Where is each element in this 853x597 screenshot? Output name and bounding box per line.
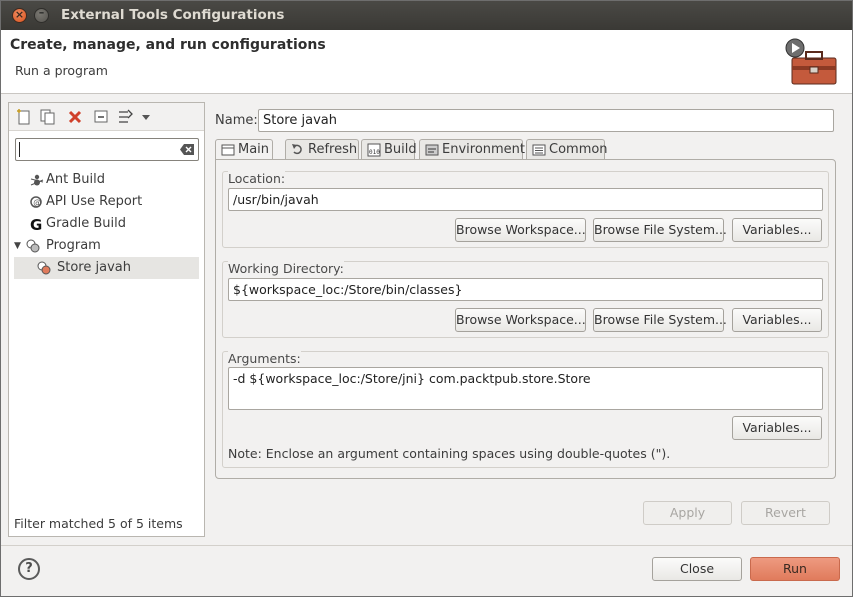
delete-icon[interactable] [66,108,84,126]
working-directory-field[interactable]: ${workspace_loc:/Store/bin/classes} [228,278,823,301]
new-config-icon[interactable] [15,108,33,126]
variables-button[interactable]: Variables... [732,308,822,332]
arguments-note: Note: Enclose an argument containing spa… [228,446,671,461]
help-icon[interactable]: ? [18,558,40,580]
location-group: Location: /usr/bin/javah Browse Workspac… [222,171,829,248]
tree-item-label: Ant Build [46,172,105,187]
filter-input[interactable] [15,138,199,161]
svg-text:010: 010 [369,149,380,156]
working-directory-label: Working Directory: [228,261,344,276]
view-menu-icon[interactable] [140,108,152,126]
tree-item-gradle-build[interactable]: G Gradle Build [9,213,204,235]
tree-item-store-javah[interactable]: Store javah [14,257,199,279]
svg-text:G: G [30,217,42,231]
main-tab-icon [221,144,235,156]
filter-status: Filter matched 5 of 5 items [14,516,183,531]
configuration-tree: Ant Build @ API Use Report G Gradle Buil… [9,169,204,279]
tab-main[interactable]: Main [215,139,273,161]
tree-item-label: Gradle Build [46,216,127,231]
dialog-window: × – External Tools Configurations Create… [0,0,853,597]
environment-icon [425,144,439,156]
browse-file-system-button[interactable]: Browse File System... [593,308,727,332]
arguments-label: Arguments: [228,351,301,366]
close-icon: × [14,8,25,21]
revert-button[interactable]: Revert [741,501,830,525]
footer-separator [1,545,852,546]
configuration-list-panel: Ant Build @ API Use Report G Gradle Buil… [8,102,205,537]
arguments-textarea[interactable]: -d ${workspace_loc:/Store/jni} com.packt… [228,367,823,410]
close-button[interactable]: Close [652,557,742,581]
text-cursor [19,142,20,157]
tree-item-label: Program [46,238,101,253]
program-config-icon [37,261,51,275]
clear-filter-icon[interactable] [179,143,195,156]
list-toolbar [9,103,204,131]
toolbox-icon [785,38,837,85]
tab-environment[interactable]: Environment [419,139,526,160]
tree-item-label: Store javah [57,260,131,275]
title-bar: × – External Tools Configurations [1,1,852,30]
common-icon [532,144,546,156]
tab-label: Refresh [308,142,358,157]
tab-label: Common [549,142,608,157]
tree-item-ant-build[interactable]: Ant Build [9,169,204,191]
minimize-icon: – [38,6,45,19]
tab-common[interactable]: Common [526,139,608,160]
variables-button[interactable]: Variables... [732,218,822,242]
close-window-button[interactable]: × [12,8,27,23]
collapse-all-icon[interactable] [92,108,110,126]
filter-icon[interactable] [117,108,135,126]
api-report-icon: @ [30,196,42,208]
tab-label: Build [384,142,417,157]
browse-workspace-button[interactable]: Browse Workspace... [455,308,586,332]
window-title: External Tools Configurations [61,7,285,23]
location-label: Location: [228,171,286,186]
tab-label: Environment [442,142,526,157]
build-icon: 010 [367,143,381,157]
expand-arrow-icon[interactable]: ▼ [14,235,21,257]
header-subtitle: Run a program [15,63,108,78]
gradle-icon: G [30,217,42,231]
tree-item-label: API Use Report [46,194,143,209]
dialog-header: Create, manage, and run configurations R… [1,30,852,94]
arguments-group: Arguments: -d ${workspace_loc:/Store/jni… [222,351,829,468]
browse-workspace-button[interactable]: Browse Workspace... [455,218,586,242]
tab-build[interactable]: 010 Build [361,139,417,160]
program-icon [26,239,40,253]
svg-text:@: @ [33,198,41,207]
refresh-icon [292,144,302,155]
tab-label: Main [238,142,270,157]
run-button[interactable]: Run [750,557,840,581]
minimize-window-button[interactable]: – [34,6,49,23]
header-title: Create, manage, and run configurations [10,37,326,53]
name-label: Name: [215,113,258,128]
working-directory-group: Working Directory: ${workspace_loc:/Stor… [222,261,829,338]
apply-button[interactable]: Apply [643,501,732,525]
name-field[interactable]: Store javah [258,109,834,132]
tree-item-api-use-report[interactable]: @ API Use Report [9,191,204,213]
tab-refresh[interactable]: Refresh [285,139,359,160]
ant-icon [30,174,44,186]
variables-button[interactable]: Variables... [732,416,822,440]
tree-item-program[interactable]: ▼ Program [9,235,204,257]
duplicate-icon[interactable] [39,108,57,126]
browse-file-system-button[interactable]: Browse File System... [593,218,727,242]
location-field[interactable]: /usr/bin/javah [228,188,823,211]
